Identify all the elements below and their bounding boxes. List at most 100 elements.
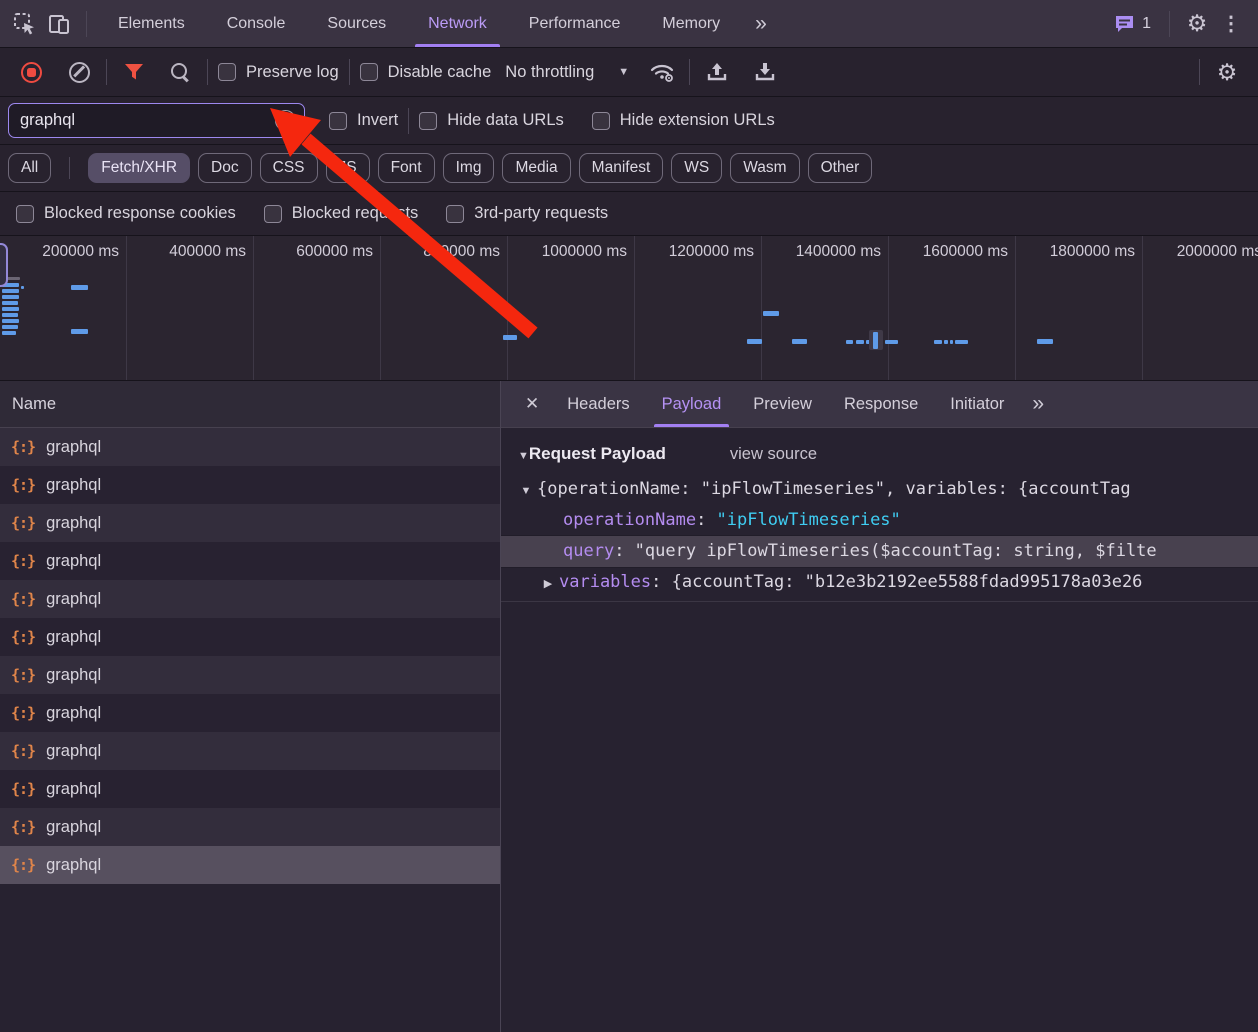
disable-cache-option: Disable cache	[360, 63, 492, 82]
table-row[interactable]: {:}graphql	[0, 542, 500, 580]
blocked-response-cookies-checkbox[interactable]	[16, 205, 34, 223]
3rd-party-requests-checkbox[interactable]	[446, 205, 464, 223]
detail-tab-preview[interactable]: Preview	[737, 381, 828, 427]
triangle-down-icon: ▼	[518, 450, 529, 462]
view-source-link[interactable]: view source	[730, 445, 817, 464]
tab-elements[interactable]: Elements	[97, 0, 206, 47]
hide-data-urls-checkbox[interactable]	[419, 112, 437, 130]
network-conditions-button[interactable]	[645, 55, 679, 89]
tab-network[interactable]: Network	[407, 0, 508, 47]
json-braces-icon: {:}	[11, 590, 35, 608]
gear-icon: ⚙	[1187, 12, 1208, 35]
detail-tab-response[interactable]: Response	[828, 381, 934, 427]
throttling-dropdown[interactable]: No throttling ▼	[505, 63, 629, 82]
filter-chip-doc[interactable]: Doc	[198, 153, 252, 183]
filter-chip-css[interactable]: CSS	[260, 153, 318, 183]
filter-chip-font[interactable]: Font	[378, 153, 435, 183]
payload-row-variables[interactable]: ▶variables: {accountTag: "b12e3b2192ee55…	[501, 567, 1258, 598]
hide-extension-urls-checkbox[interactable]	[592, 112, 610, 130]
close-details-button[interactable]: ✕	[513, 394, 551, 414]
json-braces-icon: {:}	[11, 666, 35, 684]
network-overview-timeline[interactable]: 200000 ms400000 ms600000 ms800000 ms1000…	[0, 236, 1258, 381]
payload-value: "query ipFlowTimeseries($accountTag: str…	[635, 541, 1157, 561]
table-row[interactable]: {:}graphql	[0, 466, 500, 504]
filter-separator	[408, 108, 409, 134]
table-row[interactable]: {:}graphql	[0, 580, 500, 618]
clear-filter-button[interactable]: ✕	[275, 110, 296, 131]
customize-menu-button[interactable]: ⋮	[1214, 7, 1248, 41]
filter-chip-media[interactable]: Media	[502, 153, 570, 183]
inspect-cursor-icon	[13, 12, 37, 36]
device-toolbar-button[interactable]	[42, 7, 76, 41]
network-settings-button[interactable]: ⚙	[1210, 55, 1244, 89]
more-detail-tabs-button[interactable]: »	[1020, 392, 1054, 416]
filter-toggle-button[interactable]	[117, 55, 151, 89]
preserve-log-label: Preserve log	[246, 63, 339, 82]
filter-chip-js[interactable]: JS	[326, 153, 370, 183]
table-row[interactable]: {:}graphql	[0, 808, 500, 846]
payload-row-query[interactable]: query: "query ipFlowTimeseries($accountT…	[501, 536, 1258, 567]
detail-tab-headers[interactable]: Headers	[551, 381, 645, 427]
payload-summary-row[interactable]: ▼{operationName: "ipFlowTimeseries", var…	[501, 474, 1258, 505]
name-column-header[interactable]: Name	[0, 381, 500, 428]
filter-chip-other[interactable]: Other	[808, 153, 873, 183]
request-name: graphql	[46, 742, 101, 761]
table-row[interactable]: {:}graphql	[0, 428, 500, 466]
waterfall-bar	[792, 339, 807, 344]
request-payload-section[interactable]: ▼ Request Payload view source	[501, 428, 1258, 474]
table-row[interactable]: {:}graphql	[0, 656, 500, 694]
export-har-button[interactable]	[748, 55, 782, 89]
request-name: graphql	[46, 780, 101, 799]
filter-chip-fetchxhr[interactable]: Fetch/XHR	[88, 153, 190, 183]
payload-separator	[501, 601, 1258, 602]
blocked-response-cookies-option: Blocked response cookies	[16, 204, 236, 223]
record-network-log-button[interactable]	[14, 55, 48, 89]
clear-network-log-button[interactable]	[62, 55, 96, 89]
payload-row-operationName[interactable]: operationName: "ipFlowTimeseries"	[501, 505, 1258, 536]
table-row[interactable]: {:} graphql	[0, 504, 500, 542]
json-braces-icon: {:}	[11, 780, 35, 798]
json-braces-icon: {:}	[11, 438, 35, 456]
table-row[interactable]: {:}graphql	[0, 694, 500, 732]
inspect-element-button[interactable]	[8, 7, 42, 41]
table-row[interactable]: {:}graphql	[0, 846, 500, 884]
filter-chip-wasm[interactable]: Wasm	[730, 153, 799, 183]
3rd-party-requests-option: 3rd-party requests	[446, 204, 608, 223]
filter-chip-ws[interactable]: WS	[671, 153, 722, 183]
circle-slash-icon	[69, 62, 90, 83]
import-har-button[interactable]	[700, 55, 734, 89]
issues-counter[interactable]: 1	[1106, 14, 1159, 34]
waterfall-bar	[763, 311, 779, 316]
table-row[interactable]: {:} graphql	[0, 770, 500, 808]
filter-chip-img[interactable]: Img	[443, 153, 495, 183]
search-icon	[170, 62, 190, 82]
blocked-requests-checkbox[interactable]	[264, 205, 282, 223]
detail-tab-initiator[interactable]: Initiator	[934, 381, 1020, 427]
chevron-down-icon: ▼	[618, 66, 629, 78]
filter-chip-all[interactable]: All	[8, 153, 51, 183]
table-row[interactable]: {:}graphql	[0, 618, 500, 656]
invert-checkbox[interactable]	[329, 112, 347, 130]
json-braces-icon: {:}	[11, 514, 35, 532]
detail-tab-payload[interactable]: Payload	[646, 381, 738, 427]
settings-button[interactable]: ⚙	[1180, 7, 1214, 41]
hide-extension-urls-label: Hide extension URLs	[620, 111, 775, 130]
tab-console[interactable]: Console	[206, 0, 307, 47]
json-braces-icon: {:}	[11, 704, 35, 722]
tab-sources[interactable]: Sources	[306, 0, 407, 47]
filter-input[interactable]	[20, 111, 275, 130]
search-network-button[interactable]	[163, 55, 197, 89]
preserve-log-checkbox[interactable]	[218, 63, 236, 81]
tab-performance[interactable]: Performance	[508, 0, 642, 47]
disable-cache-checkbox[interactable]	[360, 63, 378, 81]
request-rows: {:}graphql{:}graphql{:}graphql{:}graphql…	[0, 428, 500, 884]
filter-chip-manifest[interactable]: Manifest	[579, 153, 664, 183]
tabbar-separator	[86, 11, 87, 37]
waterfall-bar	[873, 332, 878, 349]
tab-memory[interactable]: Memory	[641, 0, 741, 47]
table-row[interactable]: {:}graphql	[0, 732, 500, 770]
more-tabs-button[interactable]: »	[741, 12, 779, 36]
request-name: graphql	[46, 514, 101, 533]
json-braces-icon: {:}	[11, 856, 35, 874]
timeline-tick-label: 1400000 ms	[762, 236, 889, 380]
